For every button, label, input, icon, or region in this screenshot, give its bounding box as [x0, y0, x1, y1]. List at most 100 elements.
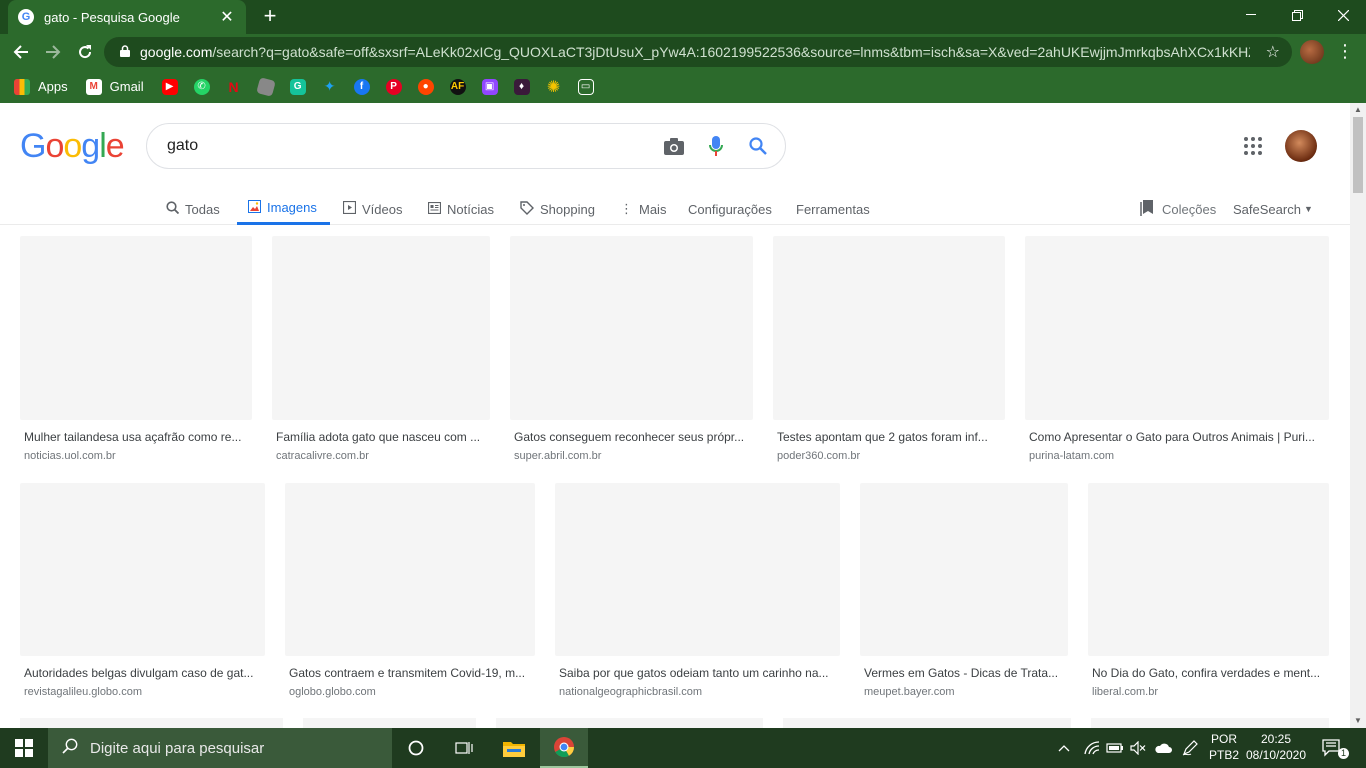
- volume-muted-icon[interactable]: [1130, 728, 1146, 768]
- image-result[interactable]: Como Apresentar o Gato para Outros Anima…: [1025, 236, 1329, 462]
- tab-configuracoes[interactable]: Configurações: [688, 193, 772, 225]
- cortana-button[interactable]: [392, 728, 440, 768]
- image-result[interactable]: No Dia do Gato, confira verdades e ment.…: [1088, 483, 1329, 698]
- result-caption[interactable]: Mulher tailandesa usa açafrão como re...: [20, 430, 252, 444]
- result-source[interactable]: noticias.uol.com.br: [20, 450, 252, 462]
- close-window-button[interactable]: [1320, 0, 1366, 30]
- browser-tab-active[interactable]: G gato - Pesquisa Google ✕: [8, 0, 246, 34]
- start-button[interactable]: [0, 728, 48, 768]
- whatsapp-icon[interactable]: ✆: [193, 78, 210, 95]
- twitch-icon[interactable]: ▣: [481, 78, 498, 95]
- result-source[interactable]: poder360.com.br: [773, 450, 1005, 462]
- onedrive-cloud-icon[interactable]: [1154, 728, 1172, 768]
- tab-todas[interactable]: Todas: [166, 193, 220, 225]
- result-source[interactable]: liberal.com.br: [1088, 686, 1329, 698]
- camera-icon[interactable]: [659, 131, 689, 161]
- scrollbar-thumb[interactable]: [1353, 117, 1363, 193]
- result-source[interactable]: purina-latam.com: [1025, 450, 1329, 462]
- wifi-icon[interactable]: [1084, 728, 1100, 768]
- restore-button[interactable]: [1274, 0, 1320, 30]
- battery-icon[interactable]: [1106, 728, 1124, 768]
- result-caption[interactable]: Gatos contraem e transmitem Covid-19, m.…: [285, 666, 535, 680]
- image-thumbnail[interactable]: [510, 236, 753, 420]
- image-thumbnail[interactable]: [285, 483, 535, 656]
- image-thumbnail-partial[interactable]: [1091, 718, 1329, 728]
- image-result[interactable]: Saiba por que gatos odeiam tanto um cari…: [555, 483, 840, 698]
- result-caption[interactable]: Saiba por que gatos odeiam tanto um cari…: [555, 666, 840, 680]
- chrome-menu-icon[interactable]: ⋮: [1336, 40, 1354, 64]
- image-thumbnail[interactable]: [555, 483, 840, 656]
- image-thumbnail[interactable]: [860, 483, 1068, 656]
- input-language[interactable]: POR PTB2: [1208, 731, 1240, 763]
- file-explorer-button[interactable]: [490, 728, 538, 768]
- bookmark-apps[interactable]: Apps: [14, 78, 68, 95]
- reddit-icon[interactable]: ●: [417, 78, 434, 95]
- image-thumbnail[interactable]: [20, 236, 252, 420]
- facebook-icon[interactable]: f: [353, 78, 370, 95]
- twitter-icon[interactable]: ✦: [322, 78, 338, 95]
- result-source[interactable]: super.abril.com.br: [510, 450, 753, 462]
- image-result[interactable]: Gatos contraem e transmitem Covid-19, m.…: [285, 483, 535, 698]
- youtube-icon[interactable]: ▶: [161, 78, 178, 95]
- pen-icon[interactable]: [1182, 728, 1198, 768]
- image-thumbnail[interactable]: [20, 483, 265, 656]
- result-source[interactable]: meupet.bayer.com: [860, 686, 1068, 698]
- task-view-button[interactable]: [440, 728, 488, 768]
- animeflix-icon[interactable]: AF: [449, 78, 466, 95]
- result-source[interactable]: nationalgeographicbrasil.com: [555, 686, 840, 698]
- result-caption[interactable]: Como Apresentar o Gato para Outros Anima…: [1025, 430, 1329, 444]
- search-icon[interactable]: [743, 131, 773, 161]
- taskbar-search-box[interactable]: Digite aqui para pesquisar: [48, 728, 392, 768]
- bookmark-gmail[interactable]: M Gmail: [85, 78, 144, 95]
- image-thumbnail[interactable]: [1088, 483, 1329, 656]
- safesearch-dropdown[interactable]: SafeSearch ▼: [1233, 193, 1313, 225]
- system-clock[interactable]: 20:25 08/10/2020: [1240, 731, 1312, 763]
- account-avatar[interactable]: [1285, 130, 1317, 162]
- image-result[interactable]: Testes apontam que 2 gatos foram inf... …: [773, 236, 1005, 462]
- tab-noticias[interactable]: Notícias: [427, 193, 494, 225]
- scroll-up-icon[interactable]: ▲: [1350, 103, 1366, 117]
- pinterest-icon[interactable]: P: [385, 78, 402, 95]
- tab-close-icon[interactable]: ✕: [218, 7, 236, 27]
- new-tab-button[interactable]: +: [258, 5, 282, 29]
- tab-videos[interactable]: Vídeos: [342, 193, 402, 225]
- tab-shopping[interactable]: Shopping: [520, 193, 595, 225]
- image-thumbnail-partial[interactable]: [496, 718, 763, 728]
- google-apps-icon[interactable]: [1244, 137, 1262, 155]
- tab-mais[interactable]: ⋮ Mais: [620, 193, 666, 225]
- roblox-icon[interactable]: [255, 76, 276, 97]
- result-caption[interactable]: Gatos conseguem reconhecer seus própr...: [510, 430, 753, 444]
- image-thumbnail-partial[interactable]: [303, 718, 476, 728]
- grammarly-icon[interactable]: G: [289, 78, 306, 95]
- microphone-icon[interactable]: [701, 131, 731, 161]
- image-thumbnail[interactable]: [1025, 236, 1329, 420]
- collections-link[interactable]: Coleções: [1140, 193, 1216, 225]
- chrome-taskbar-button[interactable]: [540, 728, 588, 768]
- result-caption[interactable]: Testes apontam que 2 gatos foram inf...: [773, 430, 1005, 444]
- screen-icon[interactable]: ▭: [577, 78, 594, 95]
- image-thumbnail-partial[interactable]: [20, 718, 283, 728]
- image-thumbnail[interactable]: [773, 236, 1005, 420]
- netflix-icon[interactable]: N: [226, 79, 242, 95]
- search-box[interactable]: gato: [146, 123, 786, 169]
- result-caption[interactable]: Família adota gato que nasceu com ...: [272, 430, 490, 444]
- scroll-down-icon[interactable]: ▼: [1350, 714, 1366, 728]
- google-logo[interactable]: Google: [20, 127, 125, 166]
- result-source[interactable]: catracalivre.com.br: [272, 450, 490, 462]
- back-button[interactable]: [8, 39, 34, 65]
- image-result[interactable]: Família adota gato que nasceu com ... ca…: [272, 236, 490, 462]
- show-hidden-icons[interactable]: [1058, 728, 1070, 768]
- search-input[interactable]: gato: [167, 137, 659, 155]
- result-caption[interactable]: Vermes em Gatos - Dicas de Trata...: [860, 666, 1068, 680]
- profile-avatar[interactable]: [1300, 40, 1324, 64]
- image-result[interactable]: Mulher tailandesa usa açafrão como re...…: [20, 236, 252, 462]
- result-source[interactable]: revistagalileu.globo.com: [20, 686, 265, 698]
- reload-button[interactable]: [72, 39, 98, 65]
- address-bar[interactable]: google.com/search?q=gato&safe=off&sxsrf=…: [104, 37, 1292, 67]
- tab-imagens[interactable]: Imagens: [237, 193, 330, 225]
- bookmark-dark-icon[interactable]: ♦: [513, 78, 530, 95]
- image-thumbnail[interactable]: [272, 236, 490, 420]
- image-result[interactable]: Vermes em Gatos - Dicas de Trata... meup…: [860, 483, 1068, 698]
- image-result[interactable]: Gatos conseguem reconhecer seus própr...…: [510, 236, 753, 462]
- image-thumbnail-partial[interactable]: [783, 718, 1071, 728]
